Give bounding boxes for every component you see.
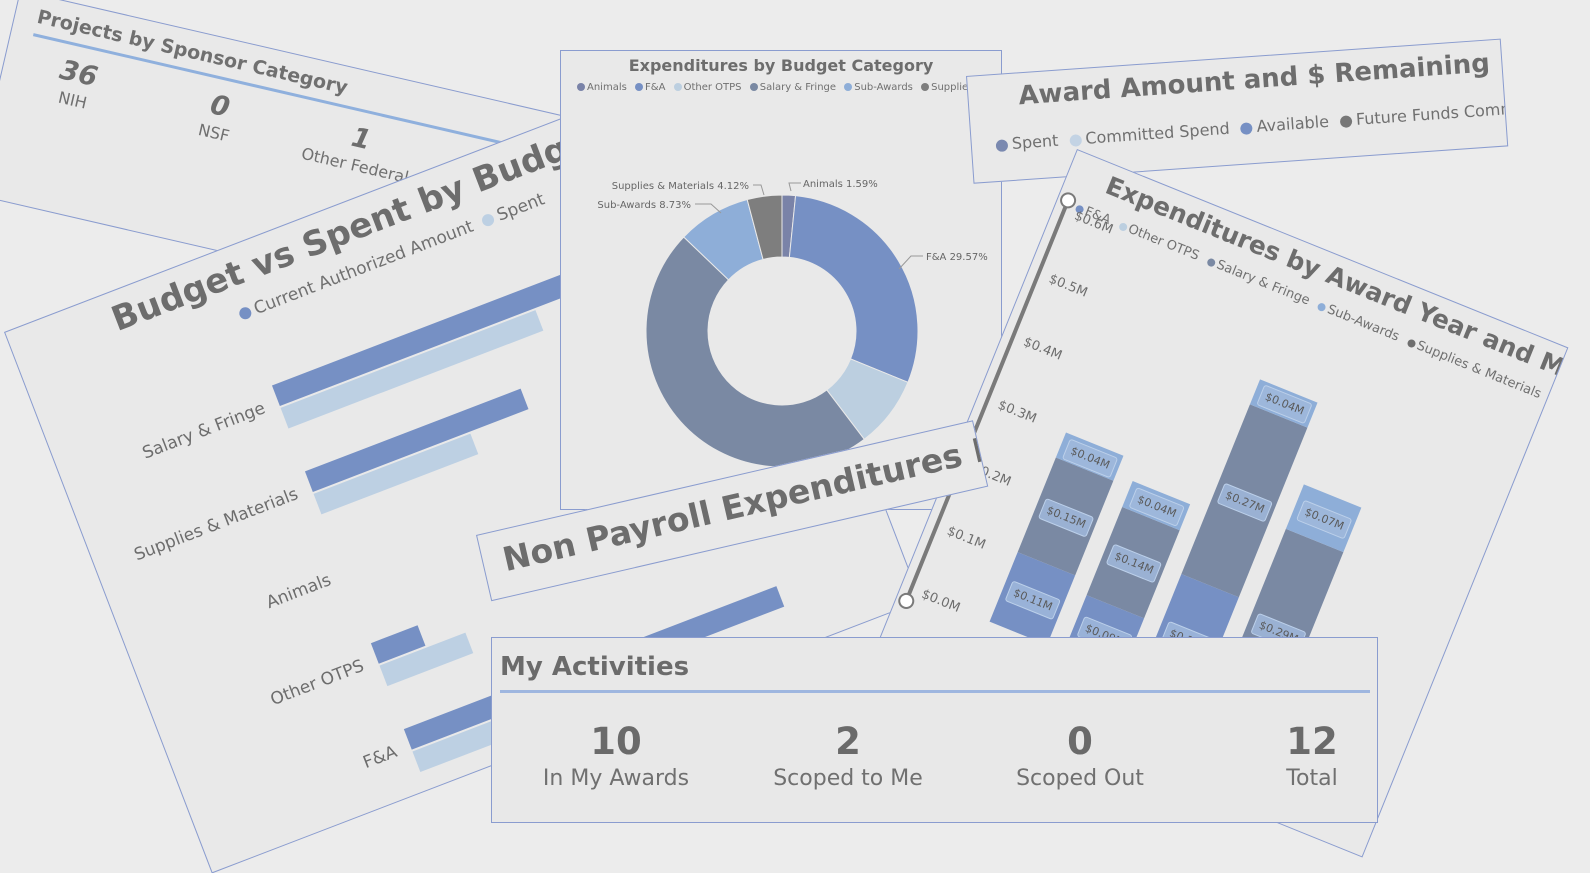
legend-available: Available bbox=[1255, 111, 1330, 136]
donut-slice[interactable] bbox=[788, 195, 919, 383]
legend-committed: Committed Spend bbox=[1084, 118, 1231, 148]
category-label: Salary & Fringe bbox=[139, 398, 269, 464]
category-label: F&A bbox=[360, 741, 400, 774]
slice-data-label: Supplies & Materials 4.12% bbox=[612, 181, 749, 192]
label-leader-line bbox=[788, 182, 801, 192]
kpi-nsf[interactable]: 0 NSF bbox=[158, 79, 277, 154]
activities-card-title: My Activities bbox=[500, 652, 690, 682]
legend-future: Future Funds Committed bbox=[1355, 96, 1509, 129]
legend-dot-committed bbox=[1069, 133, 1082, 147]
kpi-value: 10 bbox=[590, 720, 642, 763]
kpi-in-my-awards[interactable]: 10 In My Awards bbox=[516, 720, 716, 791]
y-axis-tick-label: $0.3M bbox=[995, 397, 1039, 427]
kpi-scoped-to-me[interactable]: 2 Scoped to Me bbox=[748, 720, 948, 791]
legend-dot-future bbox=[1339, 114, 1353, 128]
kpi-nih[interactable]: 36 NIH bbox=[17, 46, 136, 121]
my-activities-card[interactable]: My Activities 10 In My Awards 2 Scoped t… bbox=[491, 637, 1378, 823]
legend-dot-spent bbox=[995, 138, 1009, 152]
kpi-other-federal[interactable]: 1 Other Federal bbox=[299, 112, 418, 187]
award-card-title: Award Amount and $ Remaining bbox=[1017, 48, 1491, 112]
legend-spent: Spent bbox=[494, 189, 548, 226]
authorized-legend-dot bbox=[237, 305, 254, 322]
kpi-label: Total bbox=[1286, 766, 1338, 791]
kpi-total[interactable]: 12 Total bbox=[1212, 720, 1377, 791]
bar-data-label: $0.14M bbox=[1105, 543, 1163, 584]
bar-data-label: $0.27M bbox=[1216, 482, 1274, 523]
slice-data-label: Sub-Awards 8.73% bbox=[597, 200, 691, 211]
legend-dot bbox=[673, 83, 682, 91]
kpi-value: 0 bbox=[1067, 720, 1093, 763]
legend-dot-available bbox=[1240, 121, 1254, 135]
legend-dot bbox=[921, 83, 930, 91]
y-axis-tick-label: $0.1M bbox=[944, 523, 988, 553]
kpi-value: 12 bbox=[1286, 720, 1338, 763]
spent-legend-dot bbox=[480, 212, 497, 228]
kpi-scoped-out[interactable]: 0 Scoped Out bbox=[980, 720, 1180, 791]
y-axis-tick-label: $0.5M bbox=[1046, 271, 1090, 301]
slider-handle[interactable] bbox=[895, 590, 917, 612]
month-legend: F&A Other OTPS Salary & Fringe Sub-Award… bbox=[1073, 200, 1543, 402]
y-axis-tick-label: $0.0M bbox=[919, 586, 963, 616]
kpi-label: Scoped to Me bbox=[773, 766, 923, 791]
legend-dot bbox=[844, 83, 853, 91]
category-label: Other OTPS bbox=[267, 656, 367, 710]
bar-data-label: $0.07M bbox=[1295, 499, 1353, 540]
legend-dot bbox=[749, 83, 758, 91]
bar-data-label: $0.11M bbox=[1004, 579, 1062, 620]
slice-data-label: F&A 29.57% bbox=[926, 252, 988, 263]
y-axis-tick-label: $0.4M bbox=[1021, 334, 1065, 364]
month-chart-area: $0.6M $0.5M $0.4M $0.3M $0.2M $0.1M $0.0M $0.11… bbox=[895, 150, 1568, 786]
legend-spent: Spent bbox=[1011, 130, 1059, 153]
kpi-label: Scoped Out bbox=[1016, 766, 1144, 791]
category-label: Animals bbox=[263, 570, 334, 614]
kpi-label: In My Awards bbox=[542, 766, 690, 791]
award-amount-card[interactable]: Award Amount and $ Remaining Spent Commi… bbox=[966, 38, 1509, 184]
legend-dot bbox=[577, 83, 585, 91]
slice-data-label: Animals 1.59% bbox=[803, 179, 878, 190]
category-label: Supplies & Materials bbox=[131, 484, 301, 566]
title-divider bbox=[500, 690, 1370, 693]
legend-dot bbox=[635, 83, 644, 91]
label-leader-line bbox=[753, 184, 765, 196]
kpi-value: 2 bbox=[835, 720, 861, 763]
donut-card-title: Expenditures by Budget Category bbox=[628, 56, 934, 75]
bar-data-label: $0.15M bbox=[1037, 497, 1095, 538]
